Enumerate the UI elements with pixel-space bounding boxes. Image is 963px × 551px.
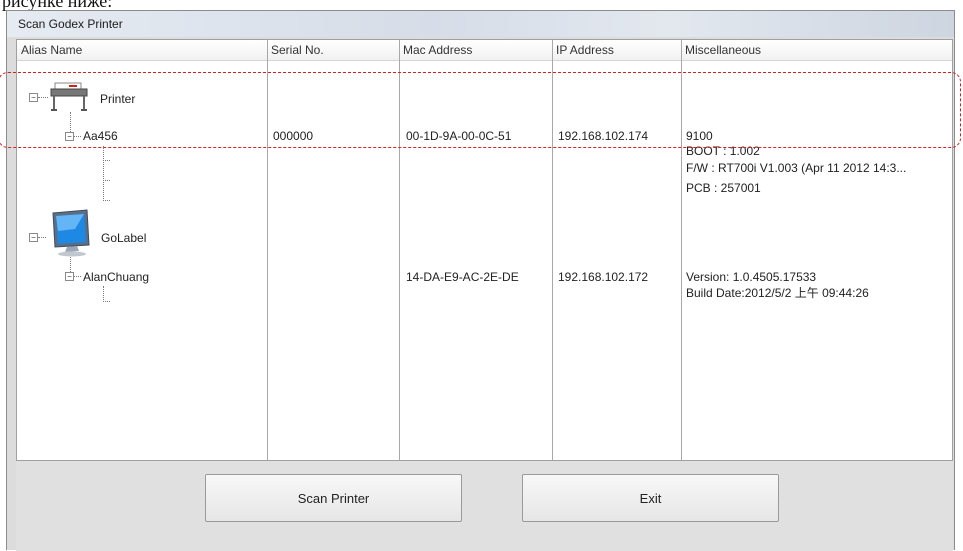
- scan-printer-button[interactable]: Scan Printer: [205, 474, 462, 522]
- tree-connector: [38, 237, 46, 238]
- column-header-ip[interactable]: IP Address: [552, 40, 681, 60]
- device-misc-pcb: PCB : 257001: [686, 181, 761, 195]
- device-misc-version: Version: 1.0.4505.17533: [686, 270, 817, 284]
- device-ip: 192.168.102.172: [558, 270, 649, 284]
- highlight-outline: [0, 72, 961, 148]
- tree-connector: [74, 276, 81, 277]
- title-bar: Scan Godex Printer: [7, 11, 954, 37]
- window-title: Scan Godex Printer: [18, 17, 123, 31]
- tree-connector: [103, 286, 104, 302]
- device-mac: 14-DA-E9-AC-2E-DE: [406, 270, 519, 284]
- computer-monitor-icon: [52, 209, 90, 257]
- golabel-group-label[interactable]: GoLabel: [101, 231, 146, 246]
- column-header-mac[interactable]: Mac Address: [399, 40, 552, 60]
- column-header-alias[interactable]: Alias Name: [17, 40, 267, 60]
- column-header-serial[interactable]: Serial No.: [267, 40, 399, 60]
- button-panel: [16, 461, 953, 551]
- tree-connector: [103, 301, 110, 302]
- tree-connector: [103, 146, 104, 201]
- tree-connector: [103, 200, 110, 201]
- grid-header: Alias Name Serial No. Mac Address IP Add…: [17, 40, 952, 61]
- tree-connector: [70, 257, 71, 272]
- exit-button[interactable]: Exit: [522, 474, 779, 522]
- tree-connector: [103, 160, 110, 161]
- collapse-golabel-device-icon[interactable]: −: [65, 272, 74, 281]
- background-caption: рисунке ниже:: [2, 0, 113, 11]
- device-misc-build-date: Build Date:2012/5/2 上午 09:44:26: [686, 286, 869, 300]
- device-misc-firmware: F/W : RT700i V1.003 (Apr 11 2012 14:3...: [686, 161, 907, 175]
- tree-connector: [103, 180, 110, 181]
- collapse-golabel-icon[interactable]: −: [29, 233, 38, 242]
- column-header-misc[interactable]: Miscellaneous: [681, 40, 951, 60]
- device-alias[interactable]: AlanChuang: [83, 270, 149, 285]
